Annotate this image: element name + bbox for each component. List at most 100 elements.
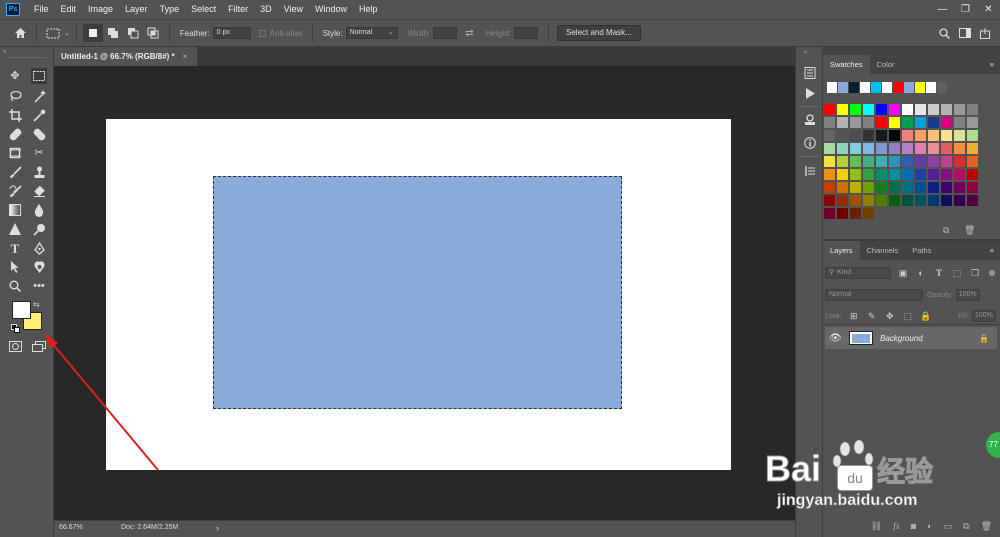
blend-mode-select[interactable]: Normal — [825, 289, 923, 301]
swatch[interactable] — [954, 156, 965, 167]
adjustment-layer-icon[interactable]: ◐ — [927, 521, 932, 531]
info-icon[interactable] — [802, 135, 818, 151]
swatch[interactable] — [954, 195, 965, 206]
swatch[interactable] — [889, 117, 900, 128]
swatch[interactable] — [850, 143, 861, 154]
swatch[interactable] — [876, 117, 887, 128]
swatch[interactable] — [863, 143, 874, 154]
swatch[interactable] — [928, 104, 939, 115]
document-tab[interactable]: Untitled-1 @ 66.7% (RGB/8#) * × — [54, 47, 198, 66]
swatch[interactable] — [850, 208, 861, 219]
frame-tool-icon[interactable] — [7, 145, 23, 161]
swatch[interactable] — [876, 169, 887, 180]
antialias-checkbox[interactable] — [258, 29, 266, 37]
swatch[interactable] — [876, 143, 887, 154]
panel-menu-icon[interactable]: ≡ — [990, 55, 1000, 74]
menu-3d[interactable]: 3D — [254, 0, 278, 19]
swatch[interactable] — [850, 195, 861, 206]
menu-view[interactable]: View — [278, 0, 309, 19]
swatch[interactable] — [837, 208, 848, 219]
marquee-preset-icon[interactable] — [43, 24, 63, 42]
swatch[interactable] — [928, 195, 939, 206]
swatch[interactable] — [863, 195, 874, 206]
swatch[interactable] — [876, 104, 887, 115]
swatch[interactable] — [915, 156, 926, 167]
swatch[interactable] — [967, 169, 978, 180]
swatch[interactable] — [850, 156, 861, 167]
link-layers-icon[interactable]: ⛓ — [871, 521, 882, 532]
recent-swatch[interactable] — [827, 82, 837, 93]
actions-play-icon[interactable] — [802, 85, 818, 101]
layer-name[interactable]: Background — [880, 334, 923, 343]
swatch[interactable] — [915, 169, 926, 180]
swatch[interactable] — [850, 130, 861, 141]
swatch[interactable] — [824, 104, 835, 115]
new-group-icon[interactable]: ▭ — [944, 521, 953, 532]
tab-paths[interactable]: Paths — [905, 241, 938, 260]
menu-filter[interactable]: Filter — [222, 0, 254, 19]
swatch[interactable] — [850, 117, 861, 128]
menu-help[interactable]: Help — [353, 0, 384, 19]
kind-filter-select[interactable]: ⚲ Kind — [825, 267, 891, 279]
eraser-tool-icon[interactable] — [31, 183, 47, 199]
swatch[interactable] — [902, 169, 913, 180]
close-tab-icon[interactable]: × — [183, 52, 188, 61]
screen-mode-icon[interactable] — [31, 338, 47, 354]
swatch[interactable] — [902, 195, 913, 206]
swatch[interactable] — [863, 104, 874, 115]
swatch[interactable] — [837, 104, 848, 115]
swatch[interactable] — [967, 104, 978, 115]
new-layer-icon[interactable]: ⧉ — [963, 521, 969, 532]
swatch[interactable] — [876, 156, 887, 167]
rectangular-selection[interactable] — [213, 176, 622, 409]
swatch[interactable] — [824, 130, 835, 141]
swatch[interactable] — [824, 156, 835, 167]
swatch[interactable] — [837, 195, 848, 206]
filter-toggle-icon[interactable] — [989, 270, 995, 276]
swatch[interactable] — [902, 117, 913, 128]
swatch[interactable] — [915, 182, 926, 193]
swatch[interactable] — [928, 143, 939, 154]
style-select[interactable]: Normal ⌄ — [345, 27, 398, 39]
new-selection-icon[interactable] — [82, 24, 103, 42]
recent-swatch[interactable] — [871, 82, 881, 93]
swatch[interactable] — [824, 169, 835, 180]
layer-row-background[interactable]: 👁 Background 🔒 — [825, 327, 997, 349]
add-mask-icon[interactable]: ◙ — [911, 521, 916, 531]
feather-input[interactable]: 0 px — [212, 27, 251, 39]
recent-swatch[interactable] — [937, 82, 947, 93]
swatch[interactable] — [941, 195, 952, 206]
close-window-button[interactable]: ✕ — [977, 4, 1000, 15]
swatch[interactable] — [928, 117, 939, 128]
adjustment-filter-icon[interactable]: ◐ — [915, 267, 927, 279]
swatch[interactable] — [954, 182, 965, 193]
type-filter-icon[interactable]: T — [933, 267, 945, 279]
quick-mask-icon[interactable] — [7, 338, 23, 354]
swatch[interactable] — [824, 182, 835, 193]
document-canvas[interactable] — [106, 119, 731, 470]
adjustments-icon[interactable] — [802, 163, 818, 179]
lock-pixels-icon[interactable]: ✎ — [866, 310, 878, 322]
default-colors-icon[interactable] — [11, 324, 20, 335]
panel-menu-icon[interactable]: ≡ — [990, 241, 1000, 260]
menu-file[interactable]: File — [28, 0, 55, 19]
minimize-button[interactable]: — — [931, 4, 954, 15]
pen-dodge-icon[interactable] — [31, 221, 47, 237]
bandage-icon[interactable] — [31, 126, 47, 142]
swatch[interactable] — [850, 104, 861, 115]
swatch[interactable] — [902, 182, 913, 193]
intersect-selection-icon[interactable] — [143, 24, 163, 42]
swatch[interactable] — [824, 195, 835, 206]
eyedropper-tool-icon[interactable] — [31, 107, 47, 123]
swap-dimensions-icon[interactable]: ⇄ — [465, 28, 473, 39]
fill-input[interactable]: 100% — [972, 310, 996, 322]
swatch[interactable] — [863, 208, 874, 219]
swatch[interactable] — [889, 143, 900, 154]
swatch[interactable] — [876, 195, 887, 206]
recent-swatch[interactable] — [904, 82, 914, 93]
menu-select[interactable]: Select — [185, 0, 222, 19]
menu-window[interactable]: Window — [309, 0, 353, 19]
custom-shape-tool-icon[interactable] — [31, 259, 47, 275]
swatch[interactable] — [915, 117, 926, 128]
swatch[interactable] — [850, 169, 861, 180]
